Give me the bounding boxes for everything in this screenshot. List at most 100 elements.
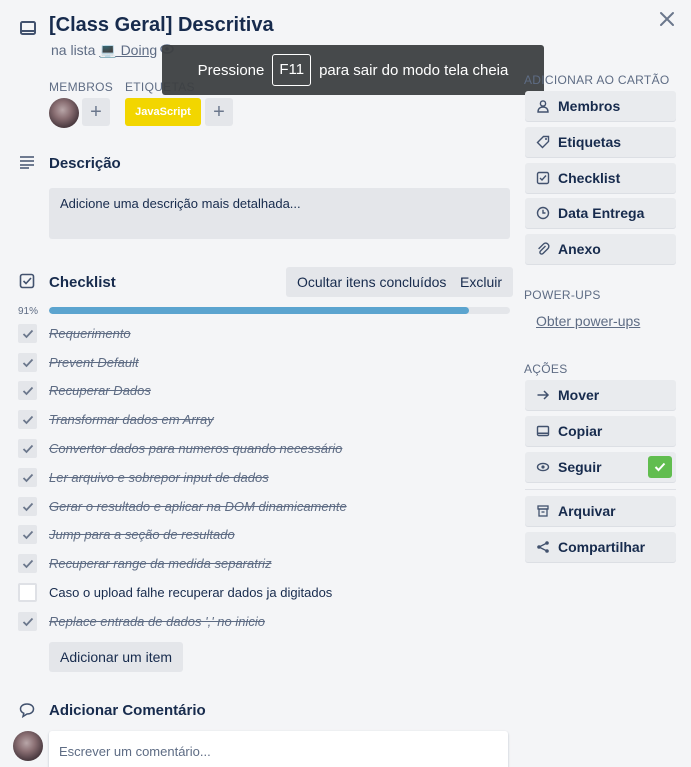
checklist-item[interactable]: Jump para a seção de resultado	[18, 520, 510, 549]
check-icon	[22, 530, 33, 539]
sidebar-button-label: Anexo	[558, 241, 601, 257]
sidebar-button-label: Checklist	[558, 170, 621, 186]
checklist-item-text[interactable]: Transformar dados em Array	[49, 412, 214, 427]
checked-checkbox[interactable]	[18, 353, 37, 372]
checked-checkbox[interactable]	[18, 554, 37, 573]
get-powerups-link[interactable]: Obter power-ups	[536, 313, 640, 329]
checklist-item-text[interactable]: Requerimento	[49, 326, 131, 341]
paperclip-icon	[535, 241, 551, 257]
check-icon	[22, 386, 33, 395]
sidebar-button-label: Copiar	[558, 423, 603, 439]
mover-button[interactable]: Mover	[525, 380, 676, 410]
checklist-icon	[19, 273, 35, 289]
actions-heading: AÇÕES	[524, 362, 568, 376]
unchecked-checkbox[interactable]	[18, 583, 37, 602]
sidebar-button-label: Data Entrega	[558, 205, 645, 221]
checklist-item[interactable]: Replace entrada de dados ',' no inicio	[18, 607, 510, 636]
checklist-item-text[interactable]: Caso o upload falhe recuperar dados ja d…	[49, 585, 332, 600]
label-javascript[interactable]: JavaScript	[125, 98, 201, 126]
checklist-item-text[interactable]: Ler arquivo e sobrepor input de dados	[49, 470, 269, 485]
progress-percentage: 91%	[18, 306, 39, 317]
check-icon	[22, 329, 33, 338]
etiquetas-button[interactable]: Etiquetas	[525, 127, 676, 157]
toast-text-after: para sair do modo tela cheia	[319, 61, 509, 79]
card-icon	[535, 423, 551, 439]
share-icon	[535, 539, 551, 555]
membros-button[interactable]: Membros	[525, 91, 676, 121]
checklist-button[interactable]: Checklist	[525, 163, 676, 193]
archive-icon	[535, 503, 551, 519]
powerups-heading: POWER-UPS	[524, 288, 601, 302]
toast-text-before: Pressione	[197, 61, 265, 79]
clock-icon	[535, 205, 551, 221]
checked-checkbox[interactable]	[18, 381, 37, 400]
checklist-item[interactable]: Requerimento	[18, 319, 510, 348]
sidebar-button-label: Arquivar	[558, 503, 616, 519]
check-icon	[22, 473, 33, 482]
checklist-item-text[interactable]: Jump para a seção de resultado	[49, 527, 235, 542]
avatar[interactable]	[49, 98, 79, 128]
checklist-item-text[interactable]: Prevent Default	[49, 355, 139, 370]
add-to-card-heading: ADICIONAR AO CARTÃO	[524, 73, 670, 87]
check-icon	[22, 358, 33, 367]
sidebar-button-label: Membros	[558, 98, 621, 114]
sidebar-button-label: Mover	[558, 387, 600, 403]
list-link[interactable]: 💻 Doing	[99, 42, 157, 58]
checklist-item[interactable]: Recuperar range da medida separatriz	[18, 549, 510, 578]
comment-input[interactable]	[49, 731, 508, 767]
checked-checkbox[interactable]	[18, 410, 37, 429]
comment-avatar	[13, 731, 43, 761]
check-icon	[22, 617, 33, 626]
close-icon[interactable]	[656, 8, 678, 30]
card-icon	[19, 19, 37, 37]
sidebar-button-label: Etiquetas	[558, 134, 622, 150]
seguir-button[interactable]: Seguir	[525, 452, 676, 482]
following-check-icon	[648, 456, 672, 478]
sidebar-divider	[525, 489, 676, 490]
check-icon	[22, 559, 33, 568]
card-title[interactable]: [Class Geral] Descritiva	[49, 14, 274, 37]
checkbox-icon	[535, 170, 551, 186]
checklist-item-text[interactable]: Recuperar Dados	[49, 383, 151, 398]
checked-checkbox[interactable]	[18, 525, 37, 544]
checklist-item[interactable]: Caso o upload falhe recuperar dados ja d…	[18, 578, 510, 607]
toast-key: F11	[272, 54, 312, 86]
fullscreen-toast: Pressione F11 para sair do modo tela che…	[162, 45, 544, 95]
checklist-item-text[interactable]: Recuperar range da medida separatriz	[49, 556, 272, 571]
members-heading: MEMBROS	[49, 80, 114, 94]
tag-icon	[535, 134, 551, 150]
anexo-button[interactable]: Anexo	[525, 234, 676, 264]
sidebar-button-label: Compartilhar	[558, 539, 646, 555]
hide-completed-button[interactable]: Ocultar itens concluídos	[286, 267, 458, 297]
list-info: na lista 💻 Doing	[51, 42, 157, 59]
check-icon	[22, 444, 33, 453]
checklist-item-text[interactable]: Gerar o resultado e aplicar na DOM dinam…	[49, 499, 347, 514]
checked-checkbox[interactable]	[18, 468, 37, 487]
add-label-button[interactable]: +	[205, 98, 233, 126]
checklist-item[interactable]: Transformar dados em Array	[18, 405, 510, 434]
check-icon	[22, 502, 33, 511]
checklist-item[interactable]: Convertor dados para numeros quando nece…	[18, 434, 510, 463]
description-icon	[19, 155, 35, 169]
checklist-item[interactable]: Prevent Default	[18, 348, 510, 377]
arquivar-button[interactable]: Arquivar	[525, 496, 676, 526]
checklist-item-text[interactable]: Convertor dados para numeros quando nece…	[49, 441, 342, 456]
list-prefix: na lista	[51, 42, 96, 58]
checked-checkbox[interactable]	[18, 439, 37, 458]
data-entrega-button[interactable]: Data Entrega	[525, 198, 676, 228]
delete-checklist-button[interactable]: Excluir	[449, 267, 514, 297]
checked-checkbox[interactable]	[18, 497, 37, 516]
description-editor[interactable]: Adicione uma descrição mais detalhada...	[49, 188, 510, 239]
copiar-button[interactable]: Copiar	[525, 416, 676, 446]
add-member-button[interactable]: +	[82, 98, 110, 126]
comment-icon	[19, 702, 35, 718]
checked-checkbox[interactable]	[18, 612, 37, 631]
checklist-item[interactable]: Gerar o resultado e aplicar na DOM dinam…	[18, 492, 510, 521]
checklist-item[interactable]: Ler arquivo e sobrepor input de dados	[18, 463, 510, 492]
checked-checkbox[interactable]	[18, 324, 37, 343]
checklist-item[interactable]: Recuperar Dados	[18, 376, 510, 405]
checklist-item-text[interactable]: Replace entrada de dados ',' no inicio	[49, 614, 265, 629]
comment-heading: Adicionar Comentário	[49, 702, 206, 719]
add-item-button[interactable]: Adicionar um item	[49, 642, 184, 672]
compartilhar-button[interactable]: Compartilhar	[525, 532, 676, 562]
